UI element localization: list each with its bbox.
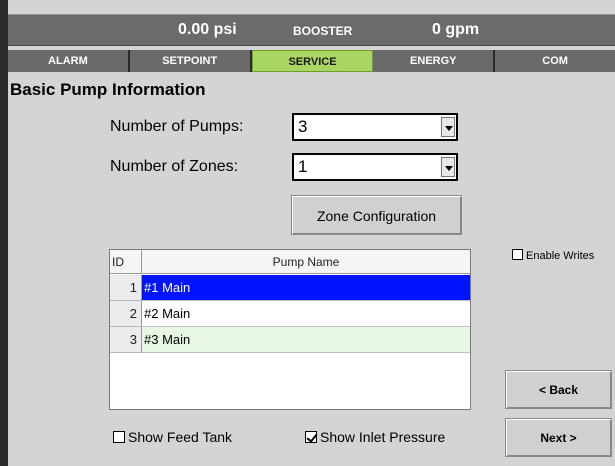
pumps-value: 3: [298, 117, 308, 136]
checkbox-icon[interactable]: [113, 431, 125, 443]
pump-table: ID Pump Name 1 #1 Main 2 #2 Main 3 #3 Ma…: [109, 249, 471, 410]
tab-com[interactable]: COM: [495, 50, 615, 72]
tab-setpoint[interactable]: SETPOINT: [129, 50, 252, 72]
chevron-down-icon[interactable]: [441, 117, 455, 137]
zones-label: Number of Zones:: [110, 158, 239, 175]
row-pump-name[interactable]: #1 Main: [142, 275, 470, 301]
enable-writes-label: Enable Writes: [526, 250, 595, 262]
tab-energy[interactable]: ENERGY: [373, 50, 496, 72]
pumps-label: Number of Pumps:: [110, 118, 244, 135]
show-feed-tank-checkbox[interactable]: Show Feed Tank: [113, 429, 232, 445]
enable-writes-checkbox[interactable]: Enable Writes: [512, 249, 594, 262]
show-inlet-pressure-label: Show Inlet Pressure: [320, 429, 446, 445]
table-row[interactable]: 1 #1 Main: [110, 275, 470, 301]
row-pump-name[interactable]: #3 Main: [142, 327, 470, 353]
pressure-readout: 0.00 psi: [178, 21, 237, 38]
screen: 0.00 psi BOOSTER 0 gpm ALARM SETPOINT SE…: [0, 0, 615, 466]
tab-bar: ALARM SETPOINT SERVICE ENERGY COM: [8, 50, 615, 72]
zones-select[interactable]: 1: [292, 153, 458, 181]
show-inlet-pressure-checkbox[interactable]: Show Inlet Pressure: [305, 429, 445, 445]
column-header-id: ID: [110, 250, 142, 274]
pumps-select[interactable]: 3: [292, 113, 458, 141]
show-feed-tank-label: Show Feed Tank: [128, 429, 233, 445]
checkbox-checked-icon[interactable]: [305, 431, 317, 443]
page-title: Basic Pump Information: [10, 80, 206, 99]
zone-configuration-button[interactable]: Zone Configuration: [291, 195, 462, 235]
chevron-down-icon[interactable]: [441, 157, 455, 177]
row-pump-name[interactable]: #2 Main: [142, 301, 470, 327]
flow-readout: 0 gpm: [432, 21, 480, 38]
row-id: 2: [110, 301, 142, 327]
table-row[interactable]: 2 #2 Main: [110, 301, 470, 327]
back-button[interactable]: < Back: [505, 370, 612, 409]
mode-label: BOOSTER: [293, 24, 353, 38]
next-button[interactable]: Next >: [505, 418, 612, 457]
column-header-pump-name: Pump Name: [272, 255, 340, 269]
checkbox-icon[interactable]: [512, 249, 523, 260]
tab-alarm[interactable]: ALARM: [8, 50, 130, 72]
row-id: 1: [110, 275, 142, 301]
zones-value: 1: [298, 157, 308, 176]
tab-service[interactable]: SERVICE: [251, 50, 374, 72]
table-header: ID Pump Name: [110, 250, 470, 274]
status-header: 0.00 psi BOOSTER 0 gpm: [8, 14, 615, 46]
left-border: [0, 0, 8, 466]
row-id: 3: [110, 327, 142, 353]
table-row[interactable]: 3 #3 Main: [110, 327, 470, 353]
